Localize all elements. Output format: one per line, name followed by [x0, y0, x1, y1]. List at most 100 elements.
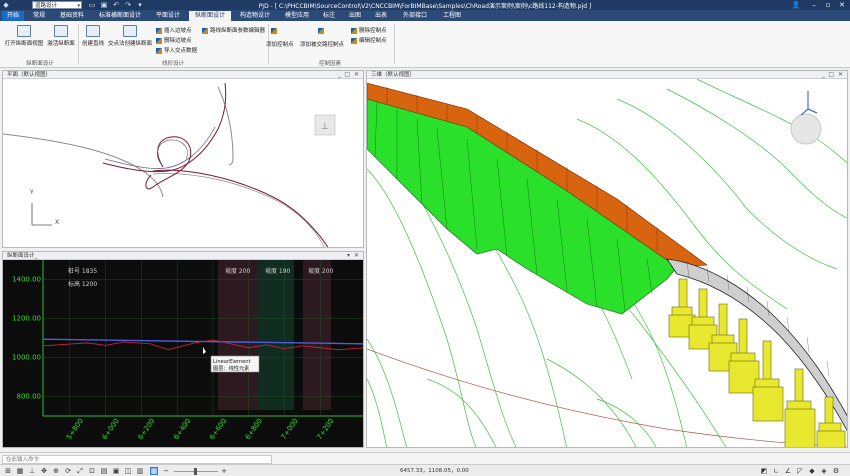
y-tick-label: 800.00	[17, 393, 42, 401]
maximize-button[interactable]: ▫	[822, 0, 834, 10]
ruler-icon[interactable]: ∟	[772, 467, 780, 475]
view3d-panel: 三维（默认视图） _ □ ✕	[366, 70, 848, 448]
x-tick-label: 6+800	[244, 417, 264, 441]
ribbon-divider	[394, 24, 395, 64]
minimize-pane-icon[interactable]: _	[822, 71, 825, 79]
angle-icon[interactable]: ∠	[784, 467, 792, 475]
tooltip-title: LinearElement	[213, 359, 251, 365]
window-zoom-icon[interactable]: ⊡	[88, 467, 96, 475]
create-line-button[interactable]: 创建直线	[80, 25, 106, 47]
tab-start[interactable]: 开始	[2, 11, 24, 21]
zoom-out-icon[interactable]: −	[162, 467, 170, 475]
open-profile-view-button[interactable]: 打开纵断面视图	[3, 25, 45, 47]
x-tick-label: 5+800	[65, 417, 85, 441]
transparency-icon[interactable]: ◩	[760, 467, 768, 475]
tab-annotation[interactable]: 标注	[317, 11, 341, 21]
plan-panel-title: 平面（默认视图）	[3, 71, 363, 79]
add-control-point-label[interactable]: 添加控制点	[266, 40, 294, 48]
command-bar: 在此输入命令	[0, 452, 850, 464]
minimize-button[interactable]: –	[808, 0, 820, 10]
title-bar: ◆ 道路设计 ▾ ▭ ▣ ↶ ↷ ▾ PJD - [ C:\PHCCBIM\So…	[0, 0, 850, 10]
user-icon[interactable]: 👤	[790, 0, 802, 10]
tab-cross-section[interactable]: 标准横断面设计	[92, 11, 148, 21]
tab-profile-design[interactable]: 纵断面设计	[189, 11, 231, 21]
editor-icon	[202, 27, 208, 34]
add-control-point-button[interactable]	[271, 28, 279, 35]
grade-label: 坡度 190	[265, 267, 291, 275]
snap-icon[interactable]: ⊞	[4, 467, 12, 475]
maximize-pane-icon[interactable]: □	[828, 71, 834, 79]
tab-external-interface[interactable]: 外部接口	[395, 11, 435, 21]
add-crossing-control-button[interactable]	[318, 28, 326, 35]
edit-control-point-button[interactable]: 编辑控制点	[351, 36, 387, 44]
group-label-profile: 纵断面设计	[26, 61, 54, 67]
tab-model-application[interactable]: 模型应用	[279, 11, 315, 21]
tab-general[interactable]: 常规	[26, 11, 52, 21]
select-icon[interactable]: ▣	[112, 467, 120, 475]
close-button[interactable]: ✕	[836, 0, 848, 10]
view3d-canvas[interactable]	[367, 79, 848, 448]
zoom-icon[interactable]: ⊕	[52, 467, 60, 475]
display-icon[interactable]: ▥	[136, 467, 144, 475]
edit-control-icon	[351, 37, 357, 44]
pan-icon[interactable]: ✥	[40, 467, 48, 475]
crossing-control-icon	[318, 28, 324, 34]
add-control-icon	[271, 28, 277, 34]
grade-label: 坡度 200	[308, 267, 334, 275]
embankment-slope	[367, 96, 678, 315]
rotate-icon[interactable]: ⟳	[64, 467, 72, 475]
intersection-profile-icon	[123, 25, 137, 37]
tab-structure-design[interactable]: 构造物设计	[233, 11, 277, 21]
elevation-label: 标高 1200	[68, 280, 97, 288]
delete-slope-point-button[interactable]: 删除边坡点	[156, 36, 192, 44]
view3d-panel-title: 三维（默认视图）	[367, 71, 847, 79]
intersection-profile-button[interactable]: 交点法创建纵断面	[107, 25, 153, 47]
activate-profile-button[interactable]: 激活纵断面	[45, 25, 77, 47]
ribbon: 打开纵断面视图 激活纵断面 纵断面设计 创建直线 交点法创建纵断面 插入边坡点 …	[0, 21, 850, 68]
view-mode-icon[interactable]: ▦	[150, 467, 158, 475]
x-tick-label: 6+400	[172, 417, 192, 441]
delete-control-icon	[351, 27, 357, 34]
x-tick-label: 6+000	[101, 417, 121, 441]
command-input[interactable]: 在此输入命令	[2, 455, 272, 464]
tab-tables[interactable]: 出表	[369, 11, 393, 21]
settings-icon[interactable]: ⚙	[832, 467, 840, 475]
ortho-icon[interactable]: ⊥	[28, 467, 36, 475]
cursor-icon	[203, 347, 206, 354]
x-tick-label: 7+000	[280, 417, 300, 441]
shade-icon[interactable]: ◆	[808, 467, 816, 475]
measure-icon[interactable]: ◫	[124, 467, 132, 475]
render-icon[interactable]: ◈	[820, 467, 828, 475]
delete-control-point-button[interactable]: 删除控制点	[351, 26, 387, 34]
pin-pane-icon[interactable]: ▾	[347, 252, 350, 260]
layer-icon[interactable]: ▤	[100, 467, 108, 475]
minimize-pane-icon[interactable]: _	[338, 71, 341, 79]
profile-param-editor-button[interactable]: 路线纵断面参数编辑器	[202, 26, 265, 34]
tab-base-data[interactable]: 基础资料	[54, 11, 90, 21]
import-intersection-button[interactable]: 导入交点数据	[156, 46, 197, 54]
tooltip-layer: 图层：线性元素	[213, 364, 249, 372]
plan-panel: 平面（默认视图） _ □ ✕ ⊥ Y X	[2, 70, 364, 248]
close-pane-icon[interactable]: ✕	[354, 252, 359, 260]
close-pane-icon[interactable]: ✕	[354, 71, 359, 79]
fit-view-icon[interactable]: ⤢	[76, 467, 84, 475]
tab-drawing[interactable]: 出图	[343, 11, 367, 21]
vertical-curve-band	[258, 260, 294, 410]
navigation-cube-icon[interactable]	[790, 91, 822, 145]
zoom-in-icon[interactable]: +	[220, 467, 228, 475]
tab-plan-design[interactable]: 平面设计	[150, 11, 186, 21]
grid-icon[interactable]: ▦	[16, 467, 24, 475]
add-crossing-control-label[interactable]: 添加被交路控制点	[300, 40, 344, 48]
insert-point-icon	[156, 27, 162, 34]
profile-view-icon	[17, 25, 31, 37]
zoom-slider-thumb[interactable]	[194, 468, 197, 475]
insert-slope-point-button[interactable]: 插入边坡点	[156, 26, 192, 34]
slope-icon[interactable]: ◸	[796, 467, 804, 475]
x-tick-label: 6+600	[208, 417, 228, 441]
coordinates-readout: 6457.33，1108.05，0.00	[400, 468, 469, 474]
close-pane-icon[interactable]: ✕	[838, 71, 843, 79]
maximize-pane-icon[interactable]: □	[344, 71, 350, 79]
y-tick-label: 1000.00	[12, 354, 41, 362]
tab-engineering-drawing[interactable]: 工程图	[437, 11, 467, 21]
profile-chart[interactable]: 1400.00 1200.00 1000.00 800.00 5+800 6+000 6+2…	[3, 260, 364, 448]
